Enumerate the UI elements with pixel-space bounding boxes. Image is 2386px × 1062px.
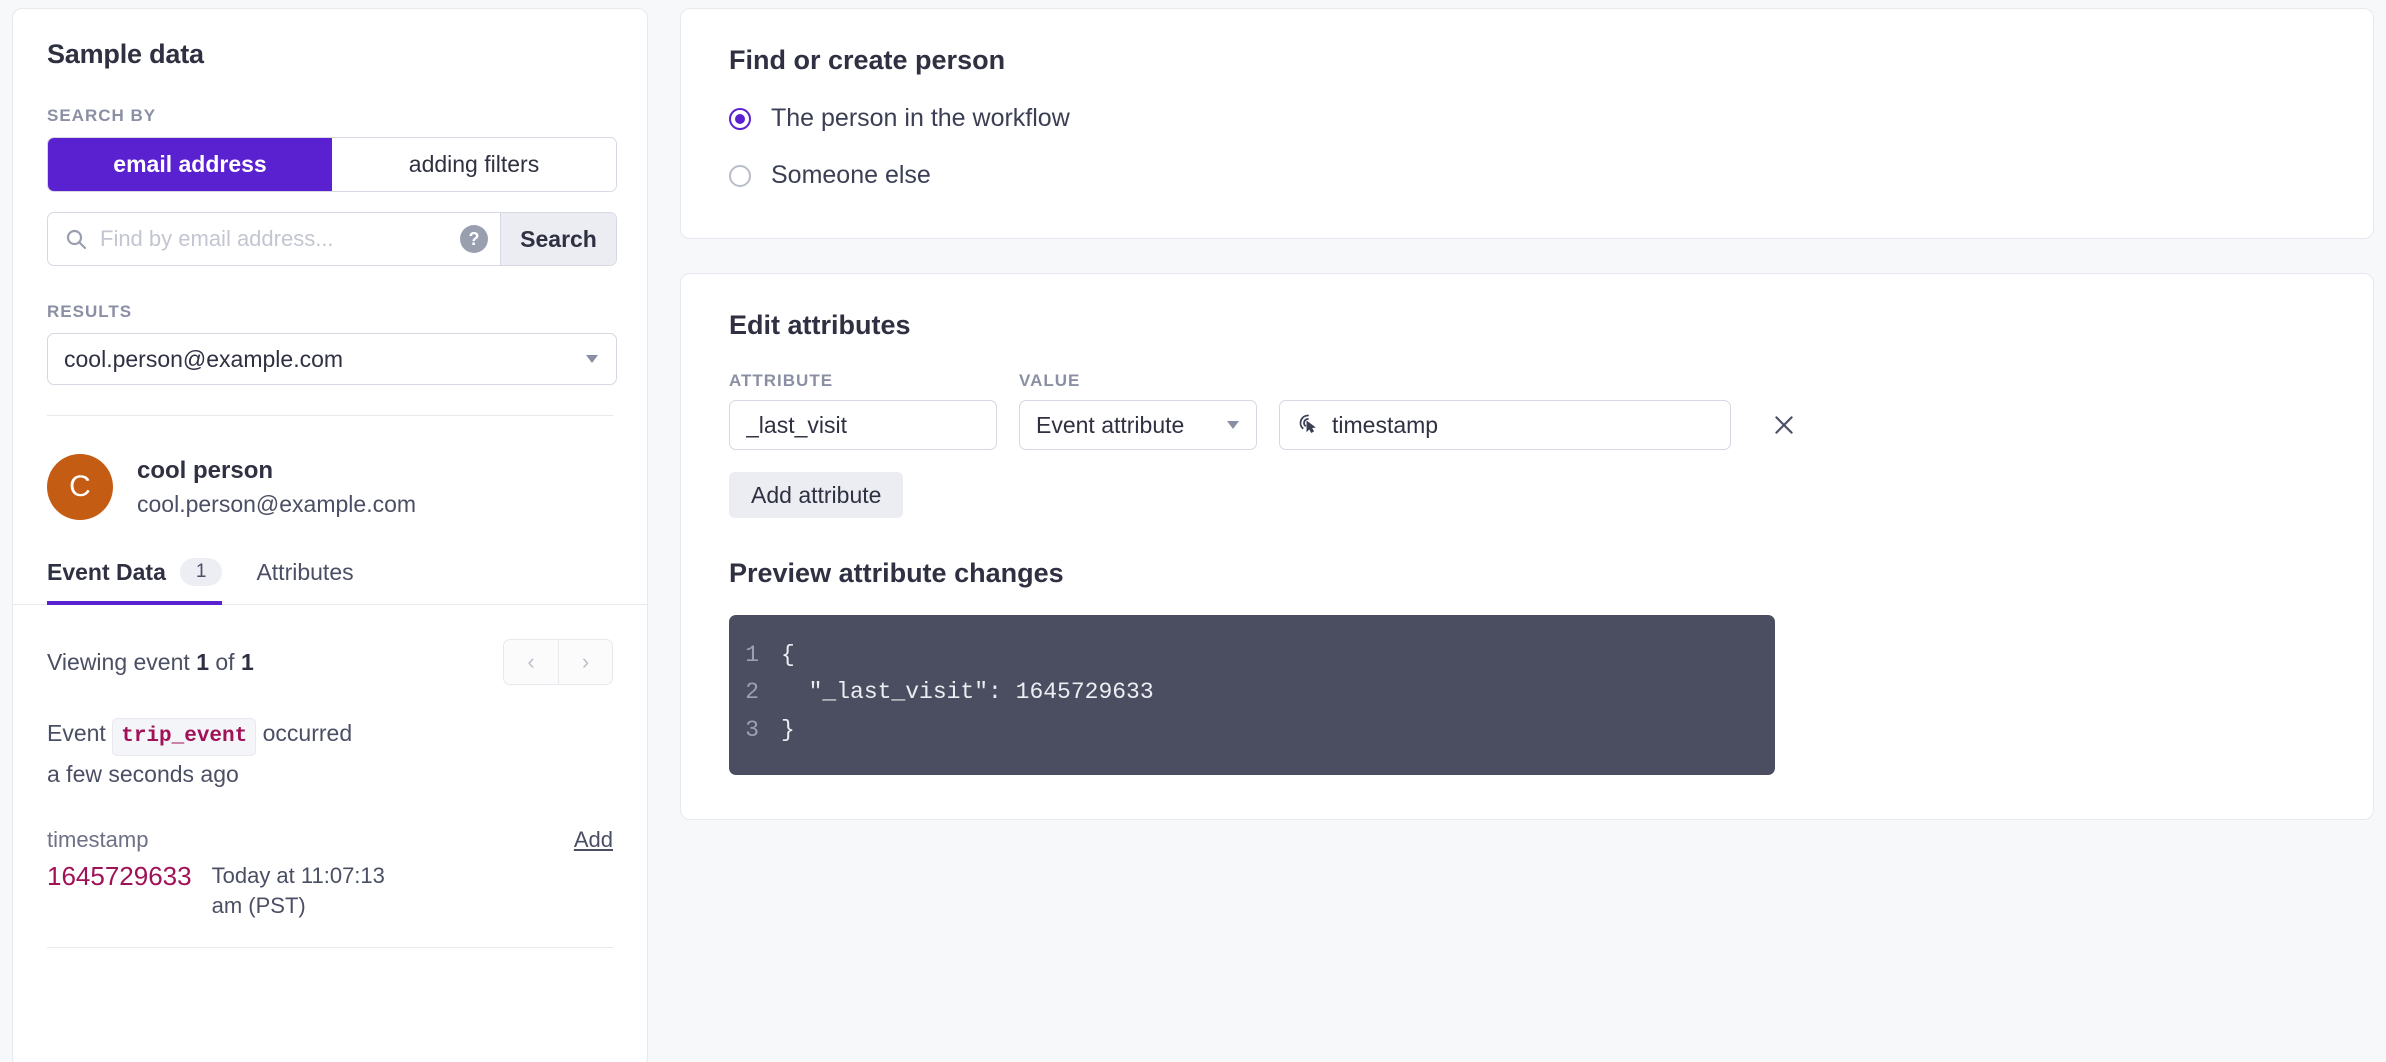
radio-label-person-in-workflow: The person in the workflow (771, 104, 1070, 132)
person-name: cool person (137, 456, 274, 484)
event-attribute-value: 1645729633 (47, 861, 192, 892)
question-mark-icon[interactable]: ? (460, 225, 488, 253)
attribute-column-label: ATTRIBUTE (729, 371, 834, 390)
edit-attributes-card: Edit attributes ATTRIBUTE VALUE Event at… (680, 273, 2374, 820)
viewing-total: 1 (240, 648, 254, 675)
tab-attributes[interactable]: Attributes (256, 559, 353, 605)
event-attribute-head: timestamp Add (47, 827, 613, 853)
event-attribute-human-value: Today at 11:07:13 am (PST) (211, 863, 385, 918)
radio-icon-unselected[interactable] (729, 164, 751, 187)
event-description-after: occurred (262, 720, 353, 746)
chevron-right-icon[interactable]: › (558, 640, 612, 684)
radio-icon-selected[interactable] (729, 107, 751, 130)
person-summary: C cool person cool.person@example.com (13, 416, 647, 520)
search-by-segmented-control[interactable]: email address adding filters (47, 137, 617, 192)
person-tabs: Event Data 1 Attributes (13, 558, 647, 605)
results-select-value: cool.person@example.com (64, 345, 344, 372)
attribute-value-text: timestamp (1332, 411, 1439, 438)
search-input[interactable] (100, 226, 448, 252)
line-number: 2 (745, 679, 759, 706)
avatar: C (47, 454, 113, 520)
results-label: RESULTS (47, 302, 133, 321)
add-attribute-button[interactable]: Add attribute (729, 472, 904, 518)
search-button[interactable]: Search (500, 213, 616, 265)
right-column: Find or create person The person in the … (680, 8, 2374, 820)
tab-event-data-label: Event Data (47, 558, 166, 585)
viewing-current: 1 (196, 648, 209, 675)
event-description: Event trip_event occurred a few seconds … (13, 685, 453, 793)
radio-label-someone-else: Someone else (771, 161, 931, 189)
chevron-left-icon[interactable]: ‹ (504, 640, 558, 684)
magnifier-icon (64, 227, 88, 251)
edit-attributes-title: Edit attributes (729, 310, 911, 340)
divider-bottom (47, 946, 613, 948)
attribute-row: Event attribute timestamp (729, 400, 2325, 450)
page-title: Sample data (47, 39, 204, 69)
app-root: Sample data SEARCH BY email address addi… (0, 0, 2386, 1062)
chevron-down-icon (1227, 421, 1239, 429)
code-line: 2 "_last_visit": 1645729633 (729, 674, 1775, 711)
person-email: cool.person@example.com (137, 490, 417, 517)
event-attribute-key: timestamp (47, 827, 149, 853)
attribute-column-label-wrap: ATTRIBUTE (729, 371, 997, 400)
line-number: 1 (745, 642, 759, 668)
click-target-icon (1296, 411, 1320, 440)
event-description-when: a few seconds ago (47, 761, 239, 788)
tab-event-data-badge: 1 (179, 558, 223, 586)
sample-data-header-area: Sample data SEARCH BY email address addi… (13, 9, 647, 416)
event-pager: ‹ › (503, 639, 613, 685)
search-row: ? Search (47, 212, 617, 266)
preview-attribute-changes-title: Preview attribute changes (729, 558, 1064, 588)
event-attribute-row: timestamp Add 1645729633 Today at 11:07:… (13, 793, 647, 920)
viewing-prefix: Viewing event (47, 648, 190, 675)
event-description-before: Event (47, 720, 106, 746)
attribute-name-input[interactable] (729, 400, 997, 450)
tab-event-data[interactable]: Event Data 1 (47, 558, 223, 605)
radio-option-person-in-workflow[interactable]: The person in the workflow (729, 104, 2325, 133)
event-pagination-row: Viewing event 1 of 1 ‹ › (13, 605, 647, 685)
attribute-name-wrap (729, 400, 997, 450)
code-text: "_last_visit": 1645729633 (781, 679, 1154, 706)
viewing-event-text: Viewing event 1 of 1 (47, 649, 254, 676)
event-attribute-body: 1645729633 Today at 11:07:13 am (PST) (47, 861, 613, 920)
viewing-middle: of (215, 648, 235, 675)
value-column-label-wrap: VALUE (1019, 371, 1257, 400)
value-type-select[interactable]: Event attribute (1019, 400, 1257, 450)
find-person-title: Find or create person (729, 45, 1006, 75)
results-select[interactable]: cool.person@example.com (47, 333, 617, 385)
code-text: { (781, 642, 795, 668)
search-field: ? (48, 213, 500, 265)
attribute-form-labels: ATTRIBUTE VALUE (729, 371, 2325, 400)
code-line: 3 } (729, 712, 1775, 749)
value-column-label: VALUE (1019, 371, 1081, 390)
add-attribute-link[interactable]: Add (574, 827, 613, 853)
line-number: 3 (745, 716, 759, 743)
event-name-chip: trip_event (112, 718, 257, 757)
radio-option-someone-else[interactable]: Someone else (729, 161, 2325, 190)
attribute-value-field[interactable]: timestamp (1279, 400, 1731, 450)
value-type-select-wrap: Event attribute (1019, 400, 1257, 450)
code-text: } (781, 716, 795, 743)
preview-code-block: 1 { 2 "_last_visit": 1645729633 3 } (729, 615, 1775, 775)
chevron-down-icon (586, 355, 598, 363)
segment-adding-filters[interactable]: adding filters (332, 138, 616, 191)
find-or-create-person-card: Find or create person The person in the … (680, 8, 2374, 239)
code-line: 1 { (729, 637, 1775, 674)
person-details: cool person cool.person@example.com (137, 457, 416, 518)
tab-attributes-label: Attributes (256, 559, 354, 585)
value-type-select-value: Event attribute (1036, 411, 1185, 438)
segment-email-address[interactable]: email address (48, 138, 332, 191)
close-icon[interactable] (1767, 408, 1801, 442)
search-by-label: SEARCH BY (47, 106, 157, 125)
sample-data-panel: Sample data SEARCH BY email address addi… (12, 8, 648, 1062)
